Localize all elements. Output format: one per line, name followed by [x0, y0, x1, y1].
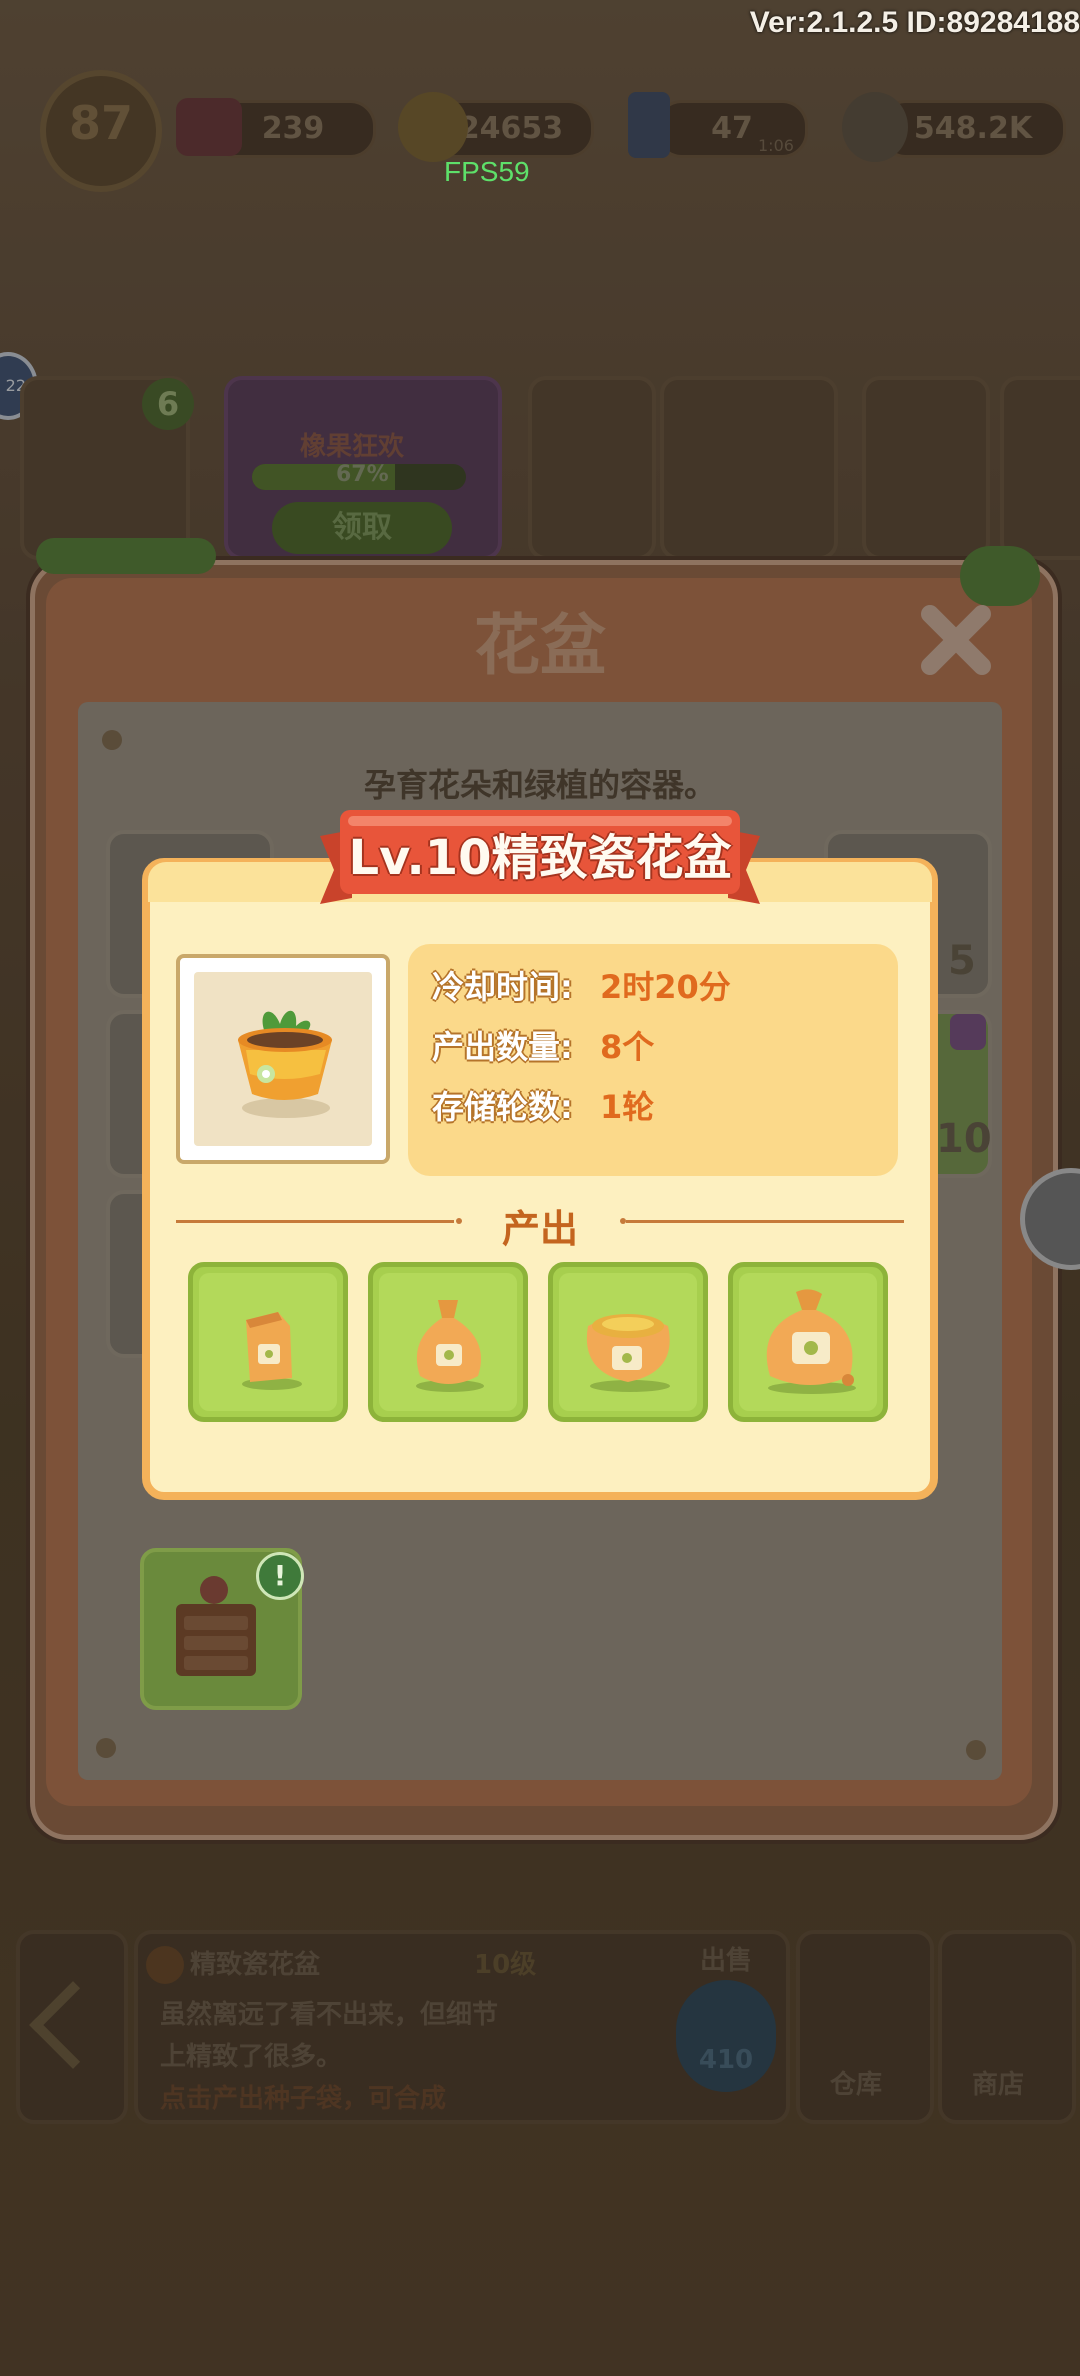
alert-badge-icon: ! — [256, 1552, 304, 1600]
large-seed-sack-icon — [766, 1289, 856, 1394]
grid-slot-plus-badge — [950, 1014, 986, 1050]
cooldown-label: 冷却时间: — [432, 968, 573, 1006]
porcelain-flowerpot-icon — [238, 1010, 332, 1118]
output-count-value: 8个 — [600, 1028, 655, 1066]
grid-slot-count: 10 — [936, 1116, 992, 1162]
item-title: Lv.10精致瓷花盆 — [348, 830, 732, 886]
grid-slot-count: 5 — [948, 938, 976, 984]
paper-pin-bottom-left — [96, 1738, 116, 1758]
seed-pouch-icon — [416, 1300, 484, 1392]
cooldown-value: 2时20分 — [600, 968, 731, 1006]
output-header: 产出 — [501, 1207, 578, 1251]
paper-pin-bottom-right — [966, 1740, 986, 1760]
fps-counter: FPS59 — [444, 156, 530, 187]
dialog-description: 孕育花朵和绿植的容器。 — [363, 766, 716, 804]
open-seed-sack-icon — [586, 1314, 670, 1392]
paper-pin-top-left — [102, 730, 122, 750]
version-text: Ver:2.1.2.5 ID:89284188 — [749, 6, 1080, 39]
storage-rounds-label: 存储轮数: — [432, 1088, 573, 1126]
output-count-label: 产出数量: — [432, 1028, 573, 1066]
close-icon[interactable] — [920, 604, 992, 676]
storage-rounds-value: 1轮 — [600, 1088, 655, 1126]
dialog-title: 花盆 — [474, 607, 606, 684]
small-seed-bag-icon — [242, 1312, 302, 1390]
leaf-decoration-left — [36, 538, 216, 574]
